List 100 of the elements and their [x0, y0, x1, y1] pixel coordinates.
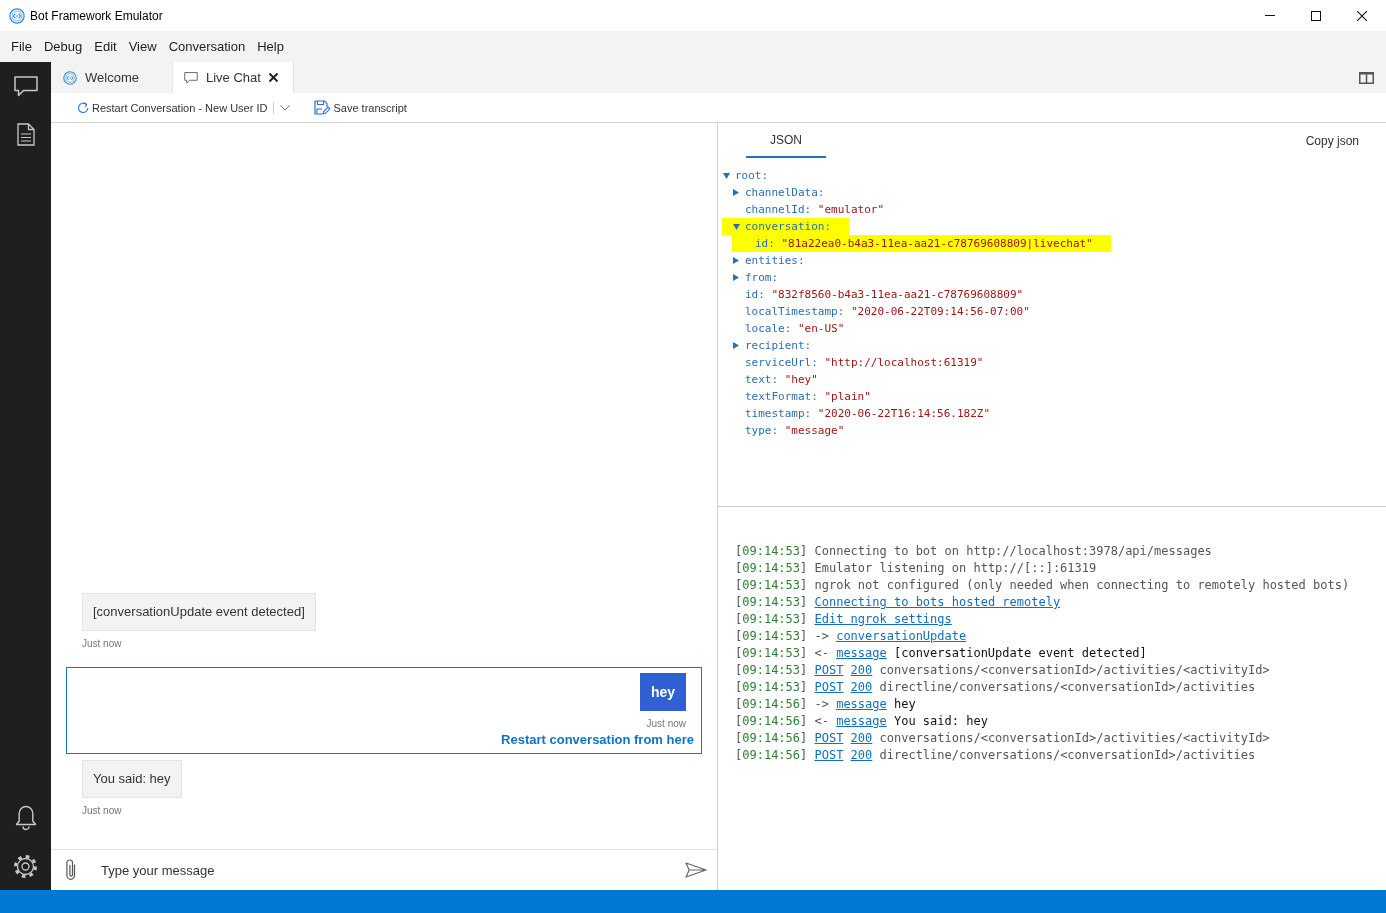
tree-value: "message" [784, 423, 845, 439]
selected-message-frame[interactable]: hey Just now Restart conversation from here [66, 667, 702, 754]
send-icon[interactable] [685, 862, 707, 878]
tree-key[interactable]: from: [745, 269, 779, 286]
save-icon [314, 100, 331, 115]
log-link[interactable]: message [836, 696, 887, 713]
tree-key[interactable]: root: [735, 167, 769, 184]
settings-icon[interactable] [13, 853, 38, 879]
log-text: conversations/<conversationId>/activities/<activityId> [879, 730, 1270, 747]
restart-link[interactable]: Restart conversation from here [501, 731, 694, 748]
log-link[interactable]: conversationUpdate [836, 628, 967, 645]
log-timestamp: [09:14:56] [735, 696, 808, 713]
tab[interactable]: Welcome [51, 62, 172, 93]
caret-right-icon[interactable] [733, 257, 739, 264]
log-text: Emulator listening on http://[::]:61319 [814, 560, 1097, 577]
message-input[interactable]: Type your message [101, 855, 673, 885]
log-link[interactable]: 200 [850, 730, 873, 747]
log-text: directline/conversations/<conversationId>/activities [879, 679, 1256, 696]
tree-value: "81a22ea0-b4a3-11ea-aa21-c78769608809|livechat" [781, 236, 1093, 252]
menu-item[interactable]: Edit [88, 36, 123, 57]
chat-bubble-icon[interactable] [13, 75, 38, 97]
log-link[interactable]: 200 [850, 662, 873, 679]
log-text: <- [814, 645, 829, 662]
tree-key: textFormat: [745, 388, 818, 405]
log-text: conversations/<conversationId>/activities/<activityId> [879, 662, 1270, 679]
log-text: Connecting to bot on http://localhost:3978/api/messages [814, 543, 1212, 560]
message-bubble[interactable]: You said: hey [82, 760, 182, 798]
tree-key: text: [745, 371, 779, 388]
caret-right-icon[interactable] [733, 274, 739, 281]
caret-down-icon[interactable] [723, 172, 730, 179]
log-timestamp: [09:14:53] [735, 594, 808, 611]
log-timestamp: [09:14:53] [735, 645, 808, 662]
log-link[interactable]: 200 [850, 679, 873, 696]
tree-key[interactable]: entities: [745, 252, 805, 269]
message-bubble[interactable]: hey [639, 673, 686, 711]
restart-conversation-button[interactable]: Restart Conversation - New User ID [77, 101, 268, 114]
log-link[interactable]: POST [814, 730, 844, 747]
log-link[interactable]: 200 [850, 747, 873, 764]
bell-icon[interactable] [14, 805, 37, 831]
tree-key: channelId: [745, 201, 812, 218]
log-text: -> [814, 696, 829, 713]
tab[interactable]: Live Chat [172, 62, 294, 93]
tab[interactable]: JSON [746, 123, 826, 158]
tree-key: serviceUrl: [745, 354, 818, 371]
log-timestamp: [09:14:53] [735, 577, 808, 594]
tree-value: "2020-06-22T16:14:56.182Z" [817, 406, 991, 422]
maximize-icon[interactable] [1311, 10, 1321, 21]
log-timestamp: [09:14:53] [735, 560, 808, 577]
split-view-icon[interactable] [1359, 71, 1374, 84]
menu-item[interactable]: View [122, 36, 163, 57]
caret-right-icon[interactable] [733, 189, 739, 196]
tree-key[interactable]: channelData: [745, 184, 825, 201]
log-link[interactable]: message [836, 645, 887, 662]
message-time: Just now [82, 637, 122, 651]
menu-item[interactable]: File [5, 36, 38, 57]
log-text: directline/conversations/<conversationId>/activities [879, 747, 1256, 764]
tree-key: locale: [745, 320, 792, 337]
tree-value: "http://localhost:61319" [824, 355, 984, 371]
caret-right-icon[interactable] [733, 342, 739, 349]
log-link[interactable]: POST [814, 662, 844, 679]
close-icon[interactable] [1357, 10, 1367, 21]
menu-item[interactable]: Help [251, 36, 290, 57]
window-title: Bot Framework Emulator [30, 8, 163, 23]
log-timestamp: [09:14:56] [735, 730, 808, 747]
message-time: Just now [82, 804, 122, 818]
log-text: <- [814, 713, 829, 730]
log-text: You said: hey [893, 713, 988, 730]
copy-json-button[interactable]: Copy json [1305, 133, 1359, 148]
log-timestamp: [09:14:53] [735, 628, 808, 645]
paperclip-icon[interactable] [64, 858, 78, 882]
tree-key[interactable]: conversation: [745, 218, 832, 235]
tree-key[interactable]: recipient: [745, 337, 812, 354]
caret-down-icon[interactable] [733, 223, 740, 230]
menu-item[interactable]: Conversation [162, 36, 252, 57]
tree-value: "en-US" [797, 321, 845, 337]
tree-value: "plain" [824, 389, 871, 405]
log-text: hey [893, 696, 916, 713]
log-link[interactable]: POST [814, 679, 844, 696]
close-icon[interactable] [268, 73, 278, 82]
tree-key: id: [745, 286, 765, 303]
log-link[interactable]: POST [814, 747, 844, 764]
tree-value: "832f8560-b4a3-11ea-aa21-c78769608809" [771, 287, 1024, 303]
document-icon[interactable] [16, 122, 35, 146]
bot-logo-icon [63, 70, 77, 85]
bot-logo-icon [9, 7, 25, 24]
log-timestamp: [09:14:56] [735, 713, 808, 730]
log-timestamp: [09:14:53] [735, 611, 808, 628]
log-link[interactable]: Connecting to bots hosted remotely [814, 594, 1061, 611]
tree-value: "2020-06-22T09:14:56-07:00" [850, 304, 1030, 320]
chevron-down-icon[interactable] [280, 104, 291, 111]
log-link[interactable]: message [836, 713, 887, 730]
log-text: -> [814, 628, 829, 645]
save-transcript-button[interactable]: Save transcript [314, 100, 407, 115]
menu-item[interactable]: Debug [37, 36, 89, 57]
tree-value: "emulator" [817, 202, 885, 218]
log-link[interactable]: Edit ngrok settings [814, 611, 952, 628]
tree-key: type: [745, 422, 779, 439]
log-text: ngrok not configured (only needed when connecting to remotely hosted bots) [814, 577, 1350, 594]
message-bubble[interactable]: [conversationUpdate event detected] [82, 593, 316, 631]
log-timestamp: [09:14:53] [735, 543, 808, 560]
